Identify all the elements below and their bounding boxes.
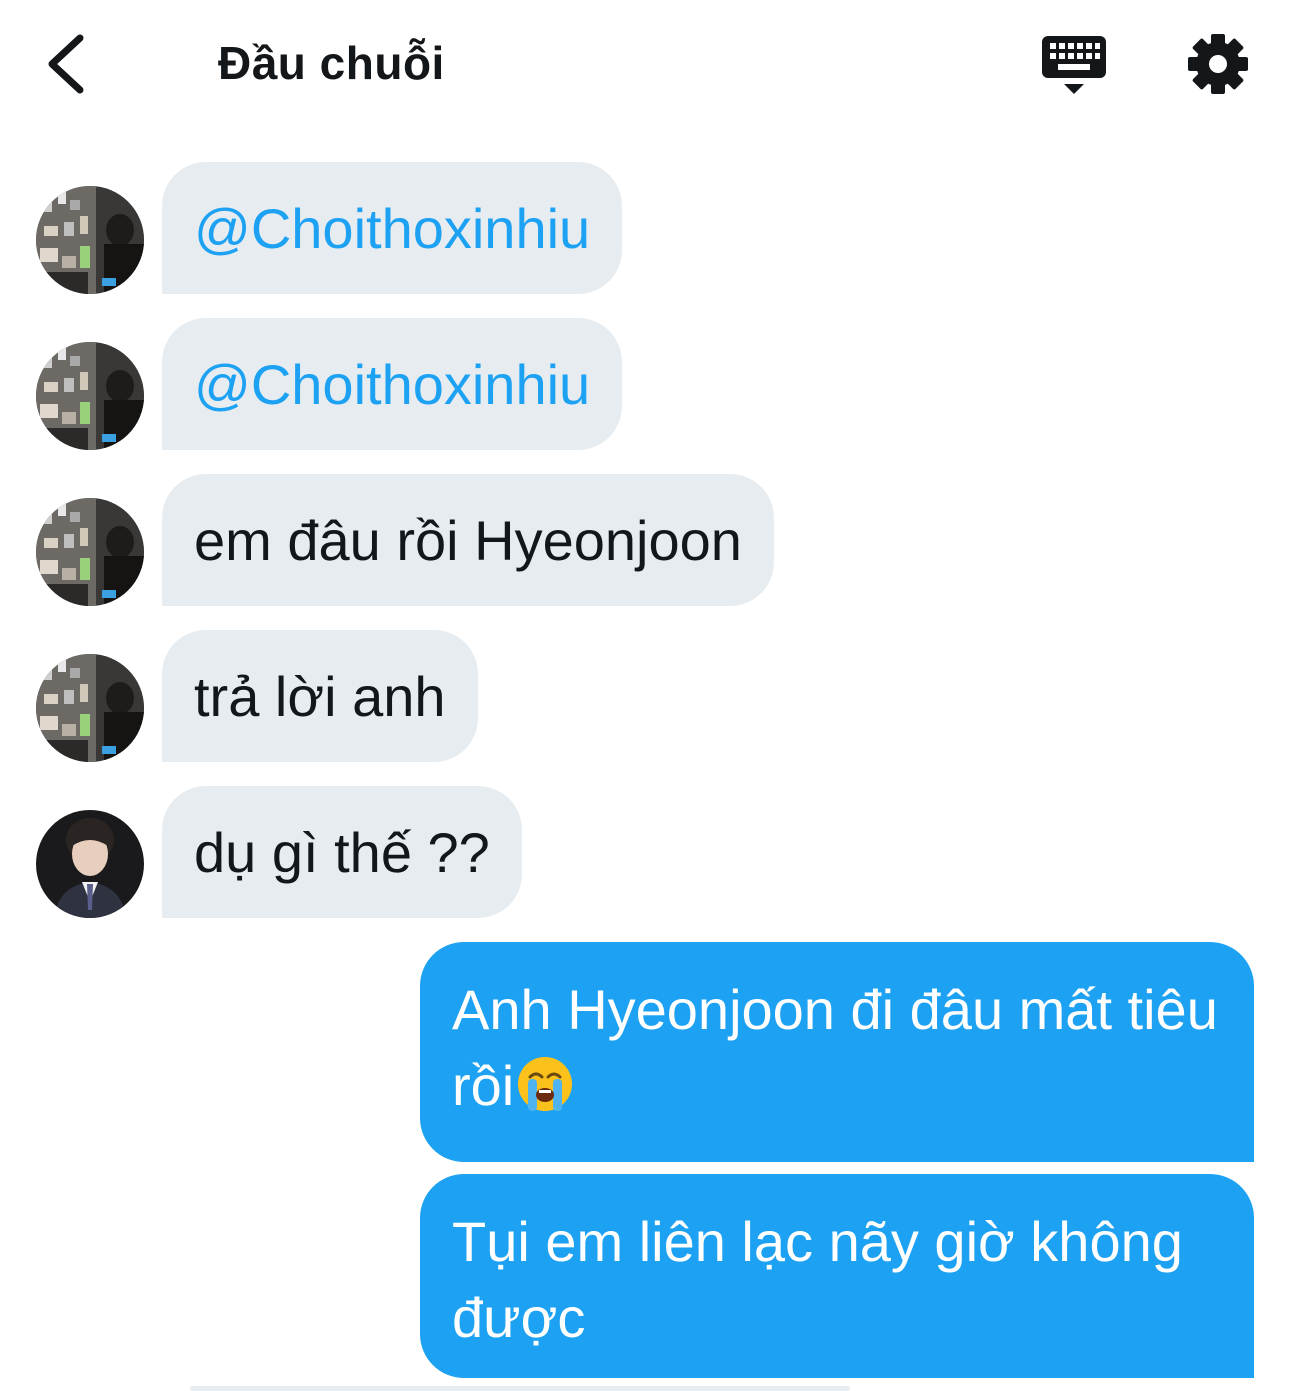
message-text[interactable]: @Choithoxinhiu [194,352,590,417]
page-title: Đầu chuỗi [218,37,445,89]
back-button[interactable] [40,28,100,100]
message-bubble[interactable]: @Choithoxinhiu [162,162,623,294]
avatar[interactable] [36,186,144,294]
avatar[interactable] [36,342,144,450]
thread-header: Đầu chuỗi [0,0,1290,130]
gear-icon [1188,34,1248,94]
avatar-room-photo [36,342,144,450]
composer-edge [190,1386,850,1391]
keyboard-icon [1042,36,1106,94]
message-text[interactable]: Tụi em liên lạc nãy giờ không được [452,1210,1183,1349]
chevron-left-icon [48,34,84,94]
message-bubble-outgoing[interactable]: Anh Hyeonjoon đi đâu mất tiêu rồi [420,942,1254,1162]
avatar-room-photo [36,498,144,606]
keyboard-button[interactable] [1038,30,1110,102]
settings-button[interactable] [1186,32,1250,96]
loudly-crying-face-icon [516,1055,574,1113]
message-text[interactable]: @Choithoxinhiu [194,196,590,261]
message-text[interactable]: dụ gì thế ?? [194,820,490,885]
message-bubble[interactable]: dụ gì thế ?? [162,786,522,918]
message-bubble[interactable]: em đâu rồi Hyeonjoon [162,474,774,606]
avatar[interactable] [36,498,144,606]
message-bubble[interactable]: @Choithoxinhiu [162,318,623,450]
message-text[interactable]: trả lời anh [194,664,446,729]
avatar[interactable] [36,654,144,762]
message-bubble[interactable]: trả lời anh [162,630,478,762]
avatar-suit-portrait [36,810,144,918]
avatar-room-photo [36,186,144,294]
avatar[interactable] [36,810,144,918]
message-text[interactable]: em đâu rồi Hyeonjoon [194,508,742,573]
message-bubble-outgoing[interactable]: Tụi em liên lạc nãy giờ không được [420,1174,1254,1378]
avatar-room-photo [36,654,144,762]
